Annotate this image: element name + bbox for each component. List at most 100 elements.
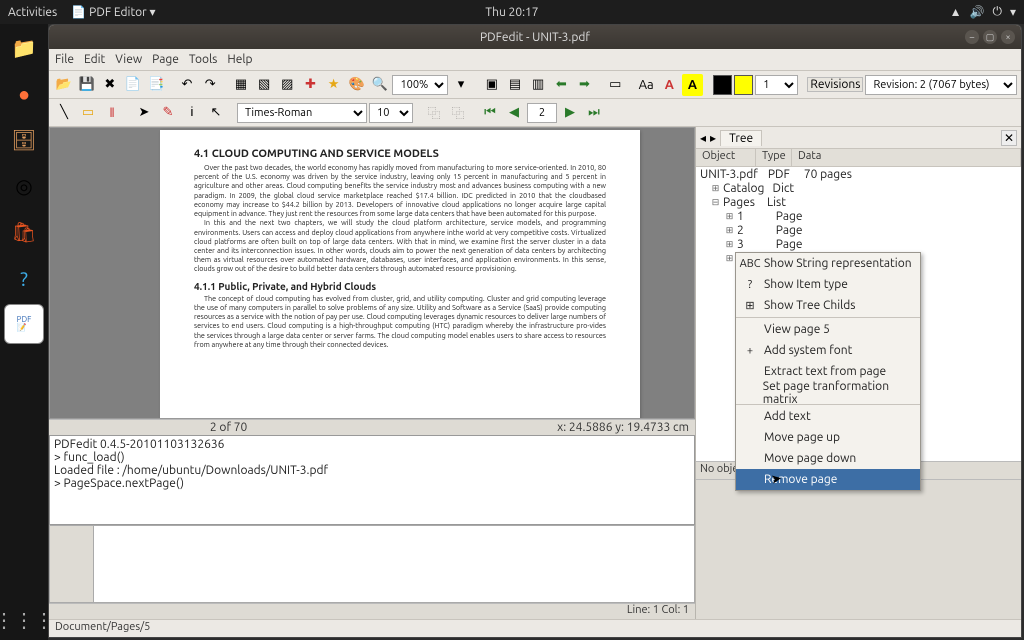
font-dialog-icon[interactable]: Aa: [636, 74, 657, 96]
menu-view[interactable]: View: [115, 53, 142, 66]
tree-row-root[interactable]: UNIT-3.pdfPDF70 pages: [696, 167, 1021, 181]
font-size-select[interactable]: 10: [369, 103, 413, 123]
menu-page[interactable]: Page: [152, 53, 179, 66]
fg-color-swatch[interactable]: [713, 75, 732, 95]
close-button[interactable]: ×: [1001, 30, 1015, 44]
ctx-item-show-item-type[interactable]: ?Show Item type: [736, 274, 920, 295]
script-console[interactable]: PDFedit 0.4.5-20101103132636 > func_load…: [49, 435, 695, 525]
console-line: > PageSpace.nextPage(): [54, 477, 690, 490]
line-tool-icon[interactable]: ╲: [53, 102, 75, 124]
text-tool-icon[interactable]: ‖: [101, 102, 123, 124]
maximize-button[interactable]: ▢: [983, 30, 997, 44]
ctx-item-add-system-font[interactable]: +Add system font: [736, 340, 920, 361]
select-text-icon[interactable]: Ꭵ: [181, 102, 203, 124]
pdfeditor-icon[interactable]: PDF📝: [4, 304, 44, 344]
nav5-icon[interactable]: ➡: [574, 74, 595, 96]
power-icon[interactable]: ⏻: [992, 5, 1002, 19]
ctx-item-label: Add text: [764, 410, 811, 423]
show-apps-icon[interactable]: ⋮⋮⋮: [4, 600, 44, 640]
files-icon[interactable]: 📁: [4, 28, 44, 68]
rect-tool-icon[interactable]: ▭: [77, 102, 99, 124]
col-data[interactable]: Data: [792, 149, 1021, 166]
wifi-icon[interactable]: ▲: [950, 5, 962, 19]
next-page-icon[interactable]: ▶: [559, 102, 581, 124]
paste-icon[interactable]: ⿻: [447, 102, 469, 124]
tree-row-catalog[interactable]: ⊞CatalogDict: [696, 181, 1021, 195]
tab-nav-left-icon[interactable]: ◂: [700, 131, 706, 145]
tree-row-page-2[interactable]: ⊞2Page: [696, 223, 1021, 237]
arrow-tool-icon[interactable]: ↖: [205, 102, 227, 124]
annot1-icon[interactable]: ▭: [605, 74, 626, 96]
close-doc-icon[interactable]: ✖: [99, 74, 120, 96]
zoom-select[interactable]: 100%: [392, 75, 448, 95]
nav1-icon[interactable]: ▣: [481, 74, 502, 96]
tab-nav-right-icon[interactable]: ▸: [710, 131, 716, 145]
tool1-icon[interactable]: ▦: [230, 74, 251, 96]
tool3-icon[interactable]: ▨: [277, 74, 298, 96]
export-icon[interactable]: 📑: [146, 74, 167, 96]
tree-row-page-1[interactable]: ⊞1Page: [696, 209, 1021, 223]
col-object[interactable]: Object: [696, 149, 756, 166]
document-viewport[interactable]: 4.1 CLOUD COMPUTING AND SERVICE MODELS O…: [49, 127, 695, 419]
app-menu[interactable]: 📄PDF Editor ▾: [71, 5, 155, 19]
bookmark-icon[interactable]: ★: [323, 74, 344, 96]
prev-page-icon[interactable]: ◀: [503, 102, 525, 124]
ctx-item-show-string-representation[interactable]: ABCShow String representation: [736, 253, 920, 274]
redo-icon[interactable]: ↷: [200, 74, 221, 96]
col-type[interactable]: Type: [756, 149, 792, 166]
color-picker-icon[interactable]: 🎨: [346, 74, 367, 96]
ctx-item-show-tree-childs[interactable]: ⊞Show Tree Childs: [736, 295, 920, 316]
system-menu-icon[interactable]: ▾: [1010, 5, 1016, 19]
ctx-item-move-page-up[interactable]: Move page up: [736, 427, 920, 448]
hl-color-swatch[interactable]: [734, 75, 753, 95]
nav4-icon[interactable]: ⬅: [551, 74, 572, 96]
firefox-icon[interactable]: ●: [4, 74, 44, 114]
add-page-icon[interactable]: ✚: [300, 74, 321, 96]
menu-edit[interactable]: Edit: [84, 53, 105, 66]
zoom-apply-icon[interactable]: ▾: [450, 74, 471, 96]
nav3-icon[interactable]: ▥: [528, 74, 549, 96]
close-panel-icon[interactable]: ✕: [1001, 130, 1017, 146]
first-page-icon[interactable]: ⏮: [479, 102, 501, 124]
clock[interactable]: Thu 20:17: [485, 6, 538, 19]
minimize-button[interactable]: –: [965, 30, 979, 44]
open-icon[interactable]: 📂: [53, 74, 74, 96]
nav2-icon[interactable]: ▤: [504, 74, 525, 96]
ctx-item-move-page-down[interactable]: Move page down: [736, 448, 920, 469]
undo-icon[interactable]: ↶: [176, 74, 197, 96]
heading-1: 4.1 CLOUD COMPUTING AND SERVICE MODELS: [194, 148, 606, 160]
tree-row-page-3[interactable]: ⊞3Page: [696, 237, 1021, 251]
ctx-item-view-page-5[interactable]: View page 5: [736, 319, 920, 340]
help-icon[interactable]: ?: [4, 258, 44, 298]
new-revision-icon[interactable]: 📄: [122, 74, 143, 96]
activities-button[interactable]: Activities: [8, 6, 57, 19]
zoom-tool-icon[interactable]: 🔍: [369, 74, 390, 96]
text-bold-icon[interactable]: A: [659, 74, 680, 96]
volume-icon[interactable]: 🔊: [970, 5, 985, 19]
pointer-icon[interactable]: ➤: [133, 102, 155, 124]
page-number-input[interactable]: [527, 103, 557, 123]
tool2-icon[interactable]: ▧: [254, 74, 275, 96]
line-width-select[interactable]: 1: [755, 75, 797, 95]
ctx-item-set-page-tranformation-matrix[interactable]: Set page tranformation matrix: [736, 382, 920, 403]
rhythmbox-icon[interactable]: ◎: [4, 166, 44, 206]
tree-row-pages[interactable]: ⊟PagesList: [696, 195, 1021, 209]
draw-icon[interactable]: ✎: [157, 102, 179, 124]
software-icon[interactable]: 🛍: [4, 212, 44, 252]
text-hl-icon[interactable]: A: [682, 74, 703, 96]
tab-tree[interactable]: Tree: [720, 130, 762, 146]
titlebar[interactable]: PDFedit - UNIT-3.pdf – ▢ ×: [49, 25, 1021, 49]
menu-help[interactable]: Help: [227, 53, 252, 66]
script-input[interactable]: [93, 525, 695, 603]
ctx-item-remove-page[interactable]: Remove page: [736, 469, 920, 490]
revision-select[interactable]: Revision: 2 (7067 bytes): [865, 75, 1017, 95]
font-family-select[interactable]: Times-Roman: [237, 103, 367, 123]
pdf-page: 4.1 CLOUD COMPUTING AND SERVICE MODELS O…: [160, 130, 640, 419]
copy-icon[interactable]: ⿻: [423, 102, 445, 124]
menu-file[interactable]: File: [55, 53, 74, 66]
save-icon[interactable]: 💾: [76, 74, 97, 96]
last-page-icon[interactable]: ⏭: [583, 102, 605, 124]
ctx-item-add-text[interactable]: Add text: [736, 406, 920, 427]
menu-tools[interactable]: Tools: [189, 53, 218, 66]
nautilus-icon[interactable]: 🗄: [4, 120, 44, 160]
